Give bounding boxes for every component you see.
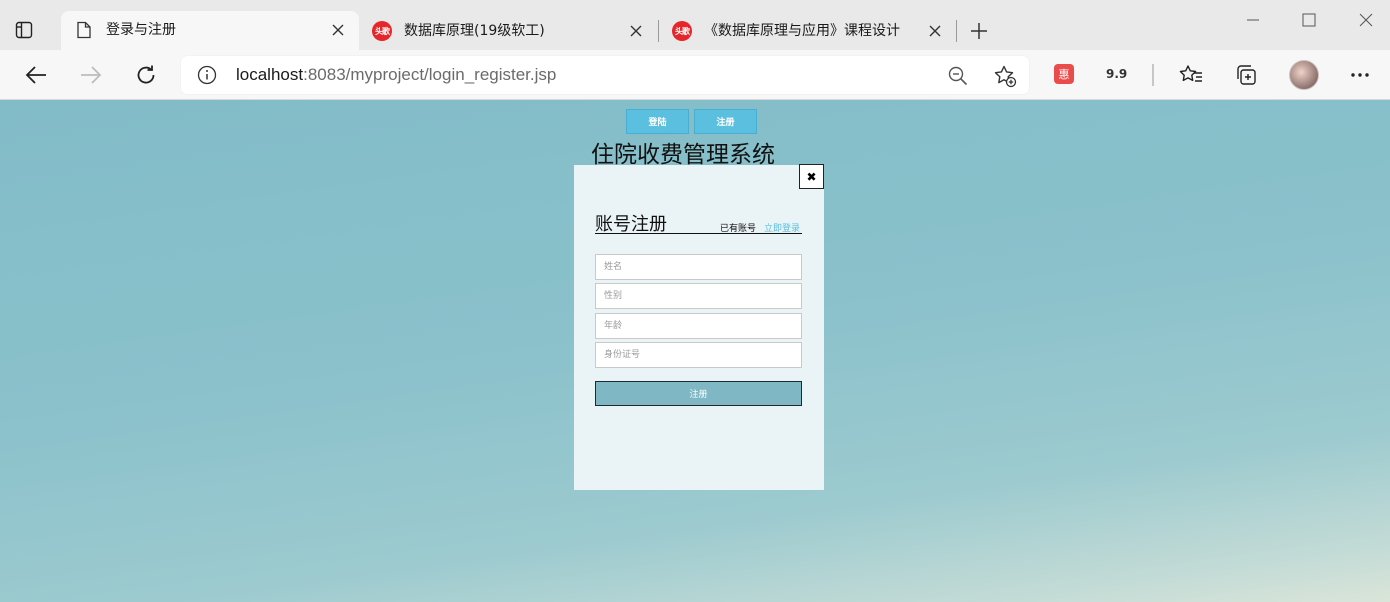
add-favorite-icon[interactable] (993, 64, 1017, 88)
register-tab-button[interactable]: 注册 (694, 109, 757, 134)
refresh-icon[interactable] (133, 62, 159, 88)
tab-strip: 登录与注册 头歌 数据库原理(19级软工) 头歌 《数据库原理与应用》课程设计 (0, 0, 1390, 50)
toutiao-icon: 头歌 (372, 21, 392, 41)
tab-login-register[interactable]: 登录与注册 (61, 11, 359, 50)
tab-title: 数据库原理(19级软工) (404, 23, 545, 39)
login-now-link[interactable]: 立即登录 (764, 221, 800, 234)
page-viewport: 登陆 注册 住院收费管理系统 ✖ 账号注册 已有账号 立即登录 注册 (0, 100, 1390, 602)
maximize-icon[interactable] (1297, 8, 1321, 32)
id-number-field[interactable] (595, 342, 802, 368)
address-bar[interactable]: localhost:8083/myproject/login_register.… (181, 56, 1029, 94)
zoom-out-icon[interactable] (947, 65, 969, 87)
tab-title: 登录与注册 (106, 22, 176, 38)
forward-icon[interactable] (78, 62, 104, 88)
hui-extension-icon[interactable]: 惠 (1054, 64, 1074, 84)
age-field[interactable] (595, 313, 802, 339)
tab-close-icon[interactable] (627, 22, 645, 40)
system-title: 住院收费管理系统 (591, 142, 775, 168)
price-extension-badge[interactable]: 9.9 (1106, 67, 1127, 81)
page-icon (74, 20, 94, 40)
tab-database-course[interactable]: 头歌 数据库原理(19级软工) (359, 12, 657, 50)
profile-avatar[interactable] (1289, 60, 1319, 90)
site-info-icon[interactable] (197, 65, 217, 85)
name-field[interactable] (595, 254, 802, 280)
tab-actions-icon[interactable] (12, 18, 36, 42)
panel-close-button[interactable]: ✖ (799, 164, 824, 189)
collections-icon[interactable] (1233, 62, 1259, 88)
minimize-icon[interactable] (1241, 8, 1265, 32)
new-tab-icon[interactable] (966, 18, 992, 44)
tab-title: 《数据库原理与应用》课程设计 (704, 23, 900, 39)
url-text[interactable]: localhost:8083/myproject/login_register.… (236, 65, 556, 85)
tab-close-icon[interactable] (329, 21, 347, 39)
tab-course-design[interactable]: 头歌 《数据库原理与应用》课程设计 (659, 12, 956, 50)
tab-separator (956, 20, 957, 42)
register-submit-button[interactable]: 注册 (595, 381, 802, 406)
gender-field[interactable] (595, 283, 802, 309)
tab-close-icon[interactable] (926, 22, 944, 40)
favorites-icon[interactable] (1178, 62, 1204, 88)
window-close-icon[interactable] (1354, 8, 1378, 32)
toutiao-icon: 头歌 (672, 21, 692, 41)
have-account-text: 已有账号 (720, 224, 757, 234)
back-icon[interactable] (23, 62, 49, 88)
more-menu-icon[interactable] (1347, 62, 1373, 88)
toolbar-separator (1152, 64, 1154, 86)
login-tab-button[interactable]: 登陆 (626, 109, 689, 134)
